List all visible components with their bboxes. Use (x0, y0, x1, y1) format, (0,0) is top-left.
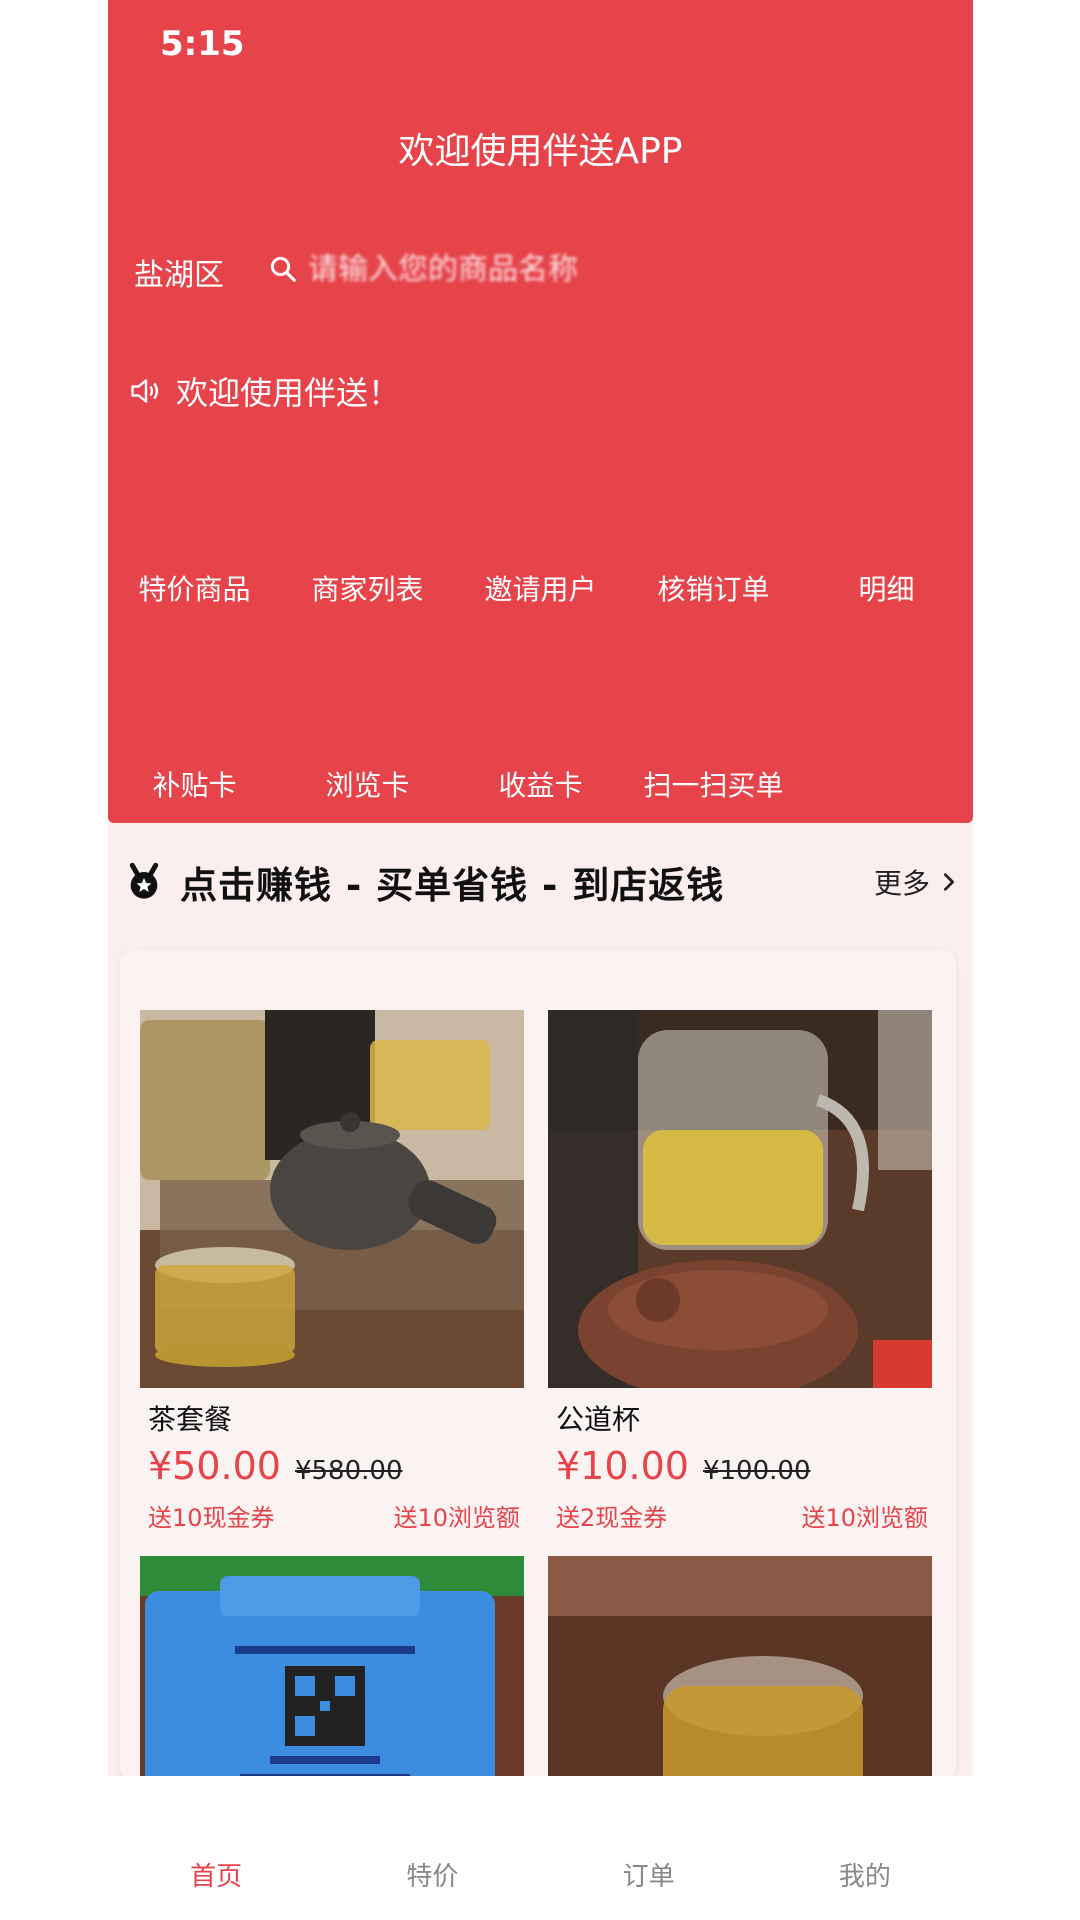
menu-invite-users[interactable]: 邀请用户 (454, 568, 627, 608)
cash-coupon-badge: 送10现金券 (148, 1504, 275, 1532)
more-link[interactable]: 更多 (874, 862, 960, 902)
product-card[interactable] (548, 1556, 932, 1780)
menu-special-products[interactable]: 特价商品 (108, 568, 281, 608)
browse-credit-badge: 送10浏览额 (393, 1504, 520, 1532)
menu-details[interactable]: 明细 (800, 568, 973, 608)
menu-browse-card[interactable]: 浏览卡 (281, 764, 454, 804)
menu-verify-orders[interactable]: 核销订单 (627, 568, 800, 608)
menu-merchant-list[interactable]: 商家列表 (281, 568, 454, 608)
search-input[interactable] (306, 250, 740, 288)
cash-coupon-badge: 送2现金券 (556, 1504, 668, 1532)
more-label: 更多 (873, 867, 930, 900)
section-title: 点击赚钱 - 买单省钱 - 到店返钱 (180, 864, 725, 907)
tab-profile[interactable]: 我的 (757, 1776, 973, 1920)
app-screen: 5:15 欢迎使用伴送APP 盐湖区 欢迎使用伴送！ 特价商品 商家列表 邀请用… (108, 0, 973, 1920)
header-banner: 5:15 欢迎使用伴送APP 盐湖区 欢迎使用伴送！ 特价商品 商家列表 邀请用… (108, 0, 973, 823)
product-name: 公道杯 (556, 1403, 641, 1436)
product-price: ¥50.00 (148, 1444, 281, 1488)
menu-earnings-card[interactable]: 收益卡 (454, 764, 627, 804)
status-time: 5:15 (160, 24, 245, 64)
menu-row-2: 补贴卡 浏览卡 收益卡 扫一扫买单 (108, 764, 973, 804)
browse-credit-badge: 送10浏览额 (801, 1504, 928, 1532)
product-card[interactable]: 茶套餐 ¥50.00 ¥580.00 送10现金券 送10浏览额 (140, 1010, 524, 1533)
chevron-right-icon (943, 873, 955, 891)
menu-subsidy-card[interactable]: 补贴卡 (108, 764, 281, 804)
price-line: ¥50.00 ¥580.00 (148, 1444, 524, 1488)
menu-row-1: 特价商品 商家列表 邀请用户 核销订单 明细 (108, 568, 973, 608)
product-grid: 茶套餐 ¥50.00 ¥580.00 送10现金券 送10浏览额 公道杯 ¥10… (120, 950, 956, 1780)
promo-line: 送10现金券 送10浏览额 (148, 1498, 520, 1533)
product-name: 茶套餐 (148, 1403, 233, 1436)
speaker-icon (131, 379, 159, 403)
promo-line: 送2现金券 送10浏览额 (556, 1498, 928, 1533)
product-card[interactable]: 公道杯 ¥10.00 ¥100.00 送2现金券 送10浏览额 (548, 1010, 932, 1533)
medal-icon (129, 862, 159, 899)
search-bar[interactable] (268, 245, 768, 293)
product-image (140, 1556, 524, 1780)
product-image (548, 1010, 932, 1388)
product-original-price: ¥100.00 (702, 1456, 811, 1486)
app-title: 欢迎使用伴送APP (398, 131, 683, 172)
bottom-tab-bar: 首页 特价 订单 我的 (108, 1776, 973, 1920)
search-icon (270, 256, 296, 282)
section-header: 点击赚钱 - 买单省钱 - 到店返钱 更多 (124, 852, 964, 912)
product-image (548, 1556, 932, 1780)
product-card[interactable] (140, 1556, 524, 1780)
tab-specials[interactable]: 特价 (324, 1776, 540, 1920)
price-line: ¥10.00 ¥100.00 (556, 1444, 932, 1488)
product-image (140, 1010, 524, 1388)
announcement-text: 欢迎使用伴送！ (176, 374, 401, 412)
product-price: ¥10.00 (556, 1444, 689, 1488)
product-original-price: ¥580.00 (294, 1456, 403, 1486)
menu-scan-pay[interactable]: 扫一扫买单 (627, 764, 800, 804)
tab-orders[interactable]: 订单 (541, 1776, 757, 1920)
announcement-bar: 欢迎使用伴送！ (128, 368, 400, 414)
location-selector[interactable]: 盐湖区 (134, 250, 224, 294)
tab-home[interactable]: 首页 (108, 1776, 324, 1920)
